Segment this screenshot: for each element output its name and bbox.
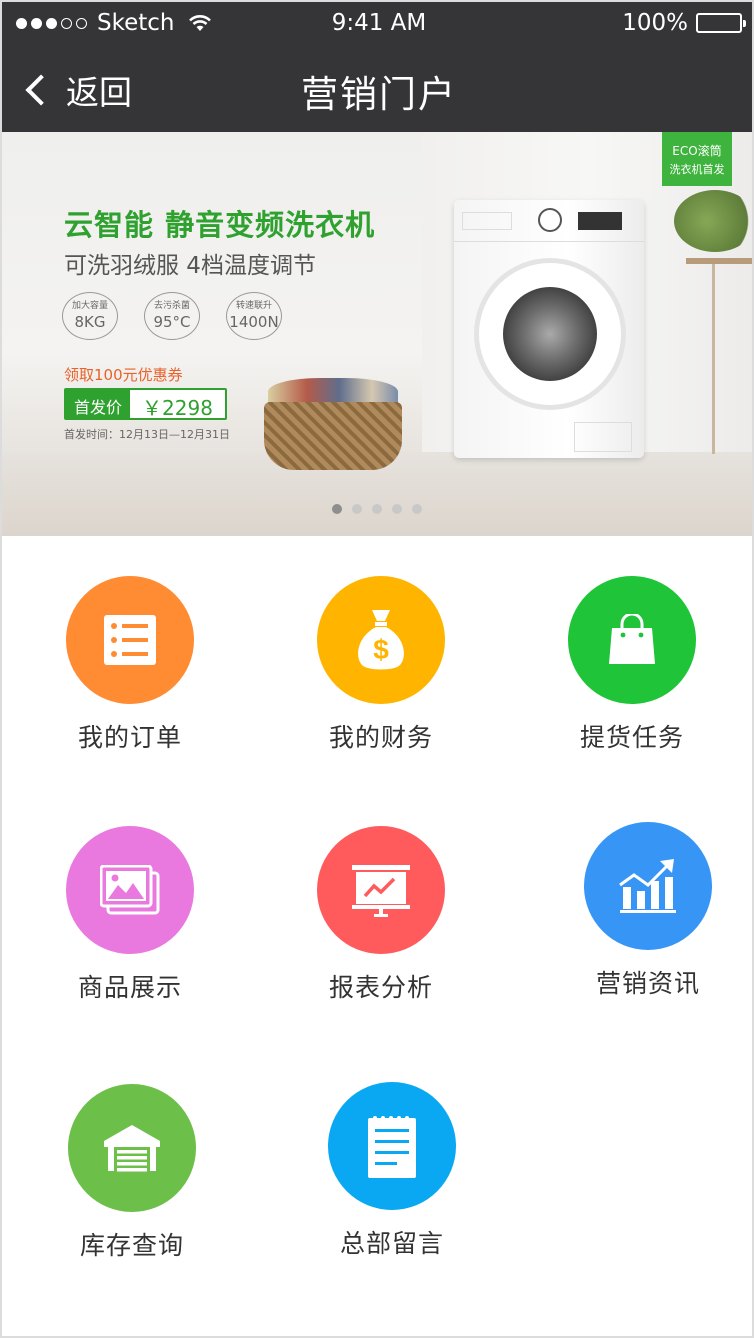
laundry-basket-image xyxy=(264,378,402,470)
menu-item-label: 提货任务 xyxy=(579,723,684,752)
menu-item-label: 我的订单 xyxy=(77,723,182,752)
eco-badge: ECO滚筒 洗衣机首发 xyxy=(662,132,732,186)
gallery-icon xyxy=(66,826,194,954)
menu-item-products[interactable]: 商品展示 xyxy=(30,826,230,1004)
menu-item-news[interactable]: 营销资讯 xyxy=(548,822,748,1000)
menu-item-finance[interactable]: $ 我的财务 xyxy=(281,576,481,754)
spec-badge: 去污杀菌 95°C xyxy=(144,292,200,340)
price-box: 首发价 ￥2298 xyxy=(64,388,227,420)
shelf-image xyxy=(686,258,752,264)
launch-date: 首发时间：12月13日—12月31日 xyxy=(64,428,230,441)
shopping-bag-icon xyxy=(568,576,696,704)
svg-text:$: $ xyxy=(373,634,389,665)
spec-badge: 加大容量 8KG xyxy=(62,292,118,340)
spec-value: 1400N xyxy=(229,313,279,331)
carousel-dot[interactable] xyxy=(392,504,402,514)
spec-badge: 转速联升 1400N xyxy=(226,292,282,340)
spec-label: 去污杀菌 xyxy=(153,301,190,311)
spec-label: 转速联升 xyxy=(235,301,272,311)
carousel-dot[interactable] xyxy=(412,504,422,514)
spec-badges: 加大容量 8KG 去污杀菌 95°C 转速联升 1400N xyxy=(62,292,282,340)
phone-screen: Sketch 9:41 AM 100% 返回 营销门户 ECO滚筒 洗衣机首发 xyxy=(0,0,754,1338)
navigation-bar: 返回 营销门户 xyxy=(2,46,752,132)
carousel-dot[interactable] xyxy=(372,504,382,514)
menu-item-label: 总部留言 xyxy=(339,1229,444,1258)
eco-badge-line2: 洗衣机首发 xyxy=(669,163,725,176)
washing-machine-image xyxy=(454,200,644,458)
carousel-indicator[interactable] xyxy=(332,504,422,514)
warehouse-icon xyxy=(68,1084,196,1212)
banner-headline: 云智能 静音变频洗衣机 xyxy=(64,208,376,242)
order-list-icon xyxy=(66,576,194,704)
menu-item-label: 营销资讯 xyxy=(595,969,700,998)
presentation-chart-icon xyxy=(317,826,445,954)
menu-item-label: 商品展示 xyxy=(77,973,182,1002)
battery-status: 100% xyxy=(622,10,746,36)
menu-item-inventory[interactable]: 库存查询 xyxy=(32,1084,232,1262)
spec-label: 加大容量 xyxy=(71,301,108,311)
carousel-dot[interactable] xyxy=(352,504,362,514)
menu-item-label: 报表分析 xyxy=(328,973,433,1002)
page-title: 营销门户 xyxy=(301,73,457,116)
coupon-text: 领取100元优惠券 xyxy=(64,366,183,384)
price-tag: 首发价 xyxy=(66,390,131,418)
menu-item-label: 我的财务 xyxy=(328,723,433,752)
menu-item-messages[interactable]: 总部留言 xyxy=(292,1082,492,1260)
notepad-icon xyxy=(328,1082,456,1210)
menu-item-label: 库存查询 xyxy=(79,1231,184,1260)
carousel-dot-active[interactable] xyxy=(332,504,342,514)
money-bag-icon: $ xyxy=(317,576,445,704)
promo-banner[interactable]: ECO滚筒 洗衣机首发 云智能 静音变频洗衣机 可洗羽绒服 4档温度调节 加大容… xyxy=(2,132,752,536)
spec-value: 95°C xyxy=(153,313,191,331)
plant-image xyxy=(674,190,752,260)
menu-item-pickup[interactable]: 提货任务 xyxy=(532,576,732,754)
spec-value: 8KG xyxy=(74,313,106,331)
price-value: ￥2298 xyxy=(130,390,225,420)
stand-image xyxy=(712,264,715,454)
growth-chart-icon xyxy=(584,822,712,950)
menu-item-orders[interactable]: 我的订单 xyxy=(30,576,230,754)
status-bar: Sketch 9:41 AM 100% xyxy=(2,2,752,46)
eco-badge-line1: ECO滚筒 xyxy=(672,144,722,158)
menu-item-reports[interactable]: 报表分析 xyxy=(281,826,481,1004)
banner-subheadline: 可洗羽绒服 4档温度调节 xyxy=(64,253,316,279)
battery-percent: 100% xyxy=(622,10,688,36)
menu-grid: 我的订单 $ 我的财务 提货任务 商品展示 报表分析 营销资讯 库存查询 总部留… xyxy=(2,536,752,1336)
battery-icon xyxy=(696,13,746,33)
